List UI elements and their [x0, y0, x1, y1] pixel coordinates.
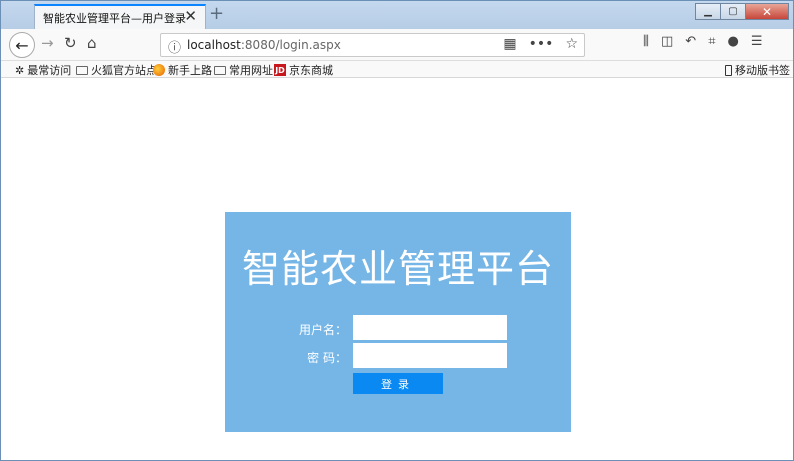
- bookmark-label: 移动版书签: [735, 64, 790, 77]
- tab-title: 智能农业管理平台—用户登录: [43, 12, 186, 25]
- maximize-button[interactable]: ▢: [720, 3, 746, 20]
- gear-icon: ✲: [15, 63, 25, 77]
- jd-icon: JD: [274, 64, 286, 76]
- sidebar-icon[interactable]: ◫: [661, 34, 673, 49]
- qr-code-icon[interactable]: ▦: [503, 36, 516, 52]
- crop-icon[interactable]: ⌗: [708, 34, 715, 49]
- bookmarks-bar: ✲ 最常访问 火狐官方站点 新手上路 常用网址 JD 京东商城 移动版书签: [1, 61, 793, 78]
- bookmark-label: 新手上路: [168, 64, 212, 77]
- bookmark-getting-started[interactable]: 新手上路: [153, 62, 212, 78]
- chat-icon[interactable]: ●: [728, 34, 739, 49]
- bookmark-label: 火狐官方站点: [91, 64, 157, 77]
- login-button[interactable]: 登录: [353, 373, 443, 394]
- page-content: 智能农业管理平台 用户名： 密 码： 登录: [1, 79, 793, 459]
- bookmark-firefox-site[interactable]: 火狐官方站点: [76, 62, 157, 78]
- mobile-bookmarks[interactable]: 移动版书签: [725, 62, 790, 78]
- password-input[interactable]: [353, 343, 507, 368]
- bookmark-label: 京东商城: [289, 64, 333, 77]
- window-controls: ▁ ▢ ✕: [695, 3, 789, 20]
- bookmark-star-icon[interactable]: ☆: [565, 36, 578, 52]
- url-actions: ▦ ••• ☆: [503, 36, 578, 52]
- toolbar-right: ⫼ ◫ ↶ ⌗ ● ☰: [643, 34, 763, 49]
- nav-toolbar: ← → ↻ ⌂ ⓘ localhost:8080/login.aspx ▦ ••…: [1, 29, 793, 61]
- folder-icon: [76, 65, 88, 75]
- firefox-icon: [153, 64, 165, 76]
- username-input[interactable]: [353, 315, 507, 340]
- url-path: :8080/login.aspx: [240, 38, 341, 52]
- back-button[interactable]: ←: [9, 32, 35, 58]
- browser-window: 智能农业管理平台—用户登录 ✕ + ▁ ▢ ✕ ← → ↻ ⌂ ⓘ localh…: [0, 0, 794, 461]
- login-panel: 智能农业管理平台 用户名： 密 码： 登录: [225, 212, 571, 432]
- info-icon[interactable]: ⓘ: [168, 37, 181, 56]
- username-label: 用户名：: [298, 323, 347, 337]
- bookmark-common-sites[interactable]: 常用网址: [214, 62, 273, 78]
- bookmark-most-visited[interactable]: ✲ 最常访问: [15, 62, 71, 78]
- url-host: localhost: [187, 38, 241, 52]
- password-label: 密 码：: [307, 351, 347, 365]
- bookmark-label: 常用网址: [229, 64, 273, 77]
- forward-button[interactable]: →: [41, 34, 54, 52]
- arrow-left-icon: ←: [15, 35, 29, 55]
- page-actions-icon[interactable]: •••: [529, 36, 554, 52]
- close-window-button[interactable]: ✕: [745, 3, 789, 20]
- url-text[interactable]: localhost:8080/login.aspx: [187, 38, 341, 52]
- title-bar: 智能农业管理平台—用户登录 ✕ + ▁ ▢ ✕: [1, 1, 793, 29]
- reload-button[interactable]: ↻: [64, 34, 77, 52]
- mobile-icon: [725, 64, 732, 76]
- minimize-button[interactable]: ▁: [695, 3, 721, 20]
- url-bar[interactable]: ⓘ localhost:8080/login.aspx ▦ ••• ☆: [160, 33, 585, 57]
- menu-icon[interactable]: ☰: [751, 34, 763, 49]
- platform-title: 智能农业管理平台: [241, 247, 554, 291]
- undo-icon[interactable]: ↶: [685, 34, 696, 49]
- tab-close-icon[interactable]: ✕: [184, 7, 197, 25]
- folder-icon: [214, 65, 226, 75]
- tab-login[interactable]: 智能农业管理平台—用户登录 ✕: [34, 4, 206, 29]
- bookmark-jd[interactable]: JD 京东商城: [274, 62, 333, 78]
- home-button[interactable]: ⌂: [87, 34, 97, 52]
- bookmark-label: 最常访问: [27, 64, 72, 77]
- library-icon[interactable]: ⫼: [643, 34, 649, 49]
- new-tab-button[interactable]: +: [209, 3, 224, 24]
